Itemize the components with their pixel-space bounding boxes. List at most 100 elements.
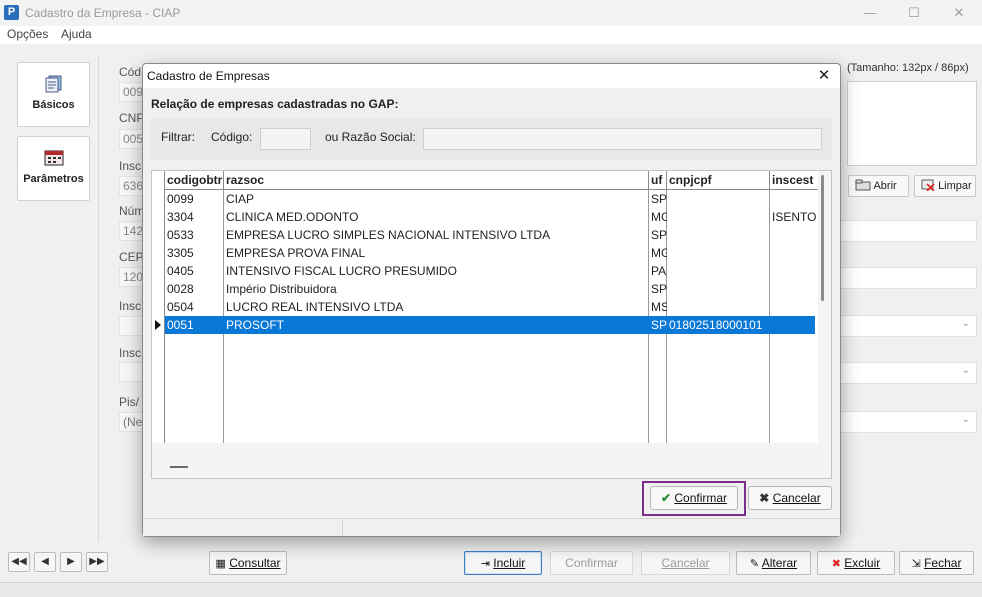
filter-panel: Filtrar: Código: ou Razão Social:	[151, 118, 832, 160]
tab-parametros[interactable]: Parâmetros	[17, 136, 90, 201]
pis-select[interactable]: (Ne	[119, 412, 143, 432]
incluir-button[interactable]: ⇥ Incluir	[464, 551, 542, 575]
side-tab-panel: Básicos Parâmetros	[8, 56, 99, 542]
cell-inscest	[770, 262, 816, 280]
dialog-cancel-label: Cancelar	[772, 491, 821, 505]
cell-codigo: 0533	[167, 228, 194, 242]
code-filter-input[interactable]	[260, 128, 311, 150]
cell-inscest	[770, 298, 816, 316]
cancelar-main-button[interactable]: Cancelar	[641, 551, 730, 575]
cell-razsoc: INTENSIVO FISCAL LUCRO PRESUMIDO	[226, 264, 457, 278]
alterar-label: Alterar	[761, 556, 798, 570]
companies-grid[interactable]: codigobtr razsoc uf cnpjcpf inscest 0099…	[151, 170, 832, 479]
cell-razsoc: CLINICA MED.ODONTO	[226, 210, 359, 224]
right-field-2[interactable]	[840, 267, 977, 289]
exit-icon: ⇲	[911, 558, 921, 570]
consultar-label: Consultar	[229, 556, 281, 570]
dialog-confirm-button[interactable]: ✔ Confirmar	[650, 486, 738, 510]
maximize-button[interactable]: ☐	[899, 3, 929, 23]
numero-field[interactable]: 142	[119, 221, 143, 241]
cell-codigo: 3305	[167, 246, 194, 260]
cep-field[interactable]: 120	[119, 267, 143, 287]
alterar-button[interactable]: ✎ Alterar	[736, 551, 811, 575]
cell-razsoc: Império Distribuidora	[226, 282, 337, 296]
column-header-codigo[interactable]: codigobtr	[165, 171, 224, 190]
dialog-title: Cadastro de Empresas	[147, 69, 270, 83]
excluir-button[interactable]: ✖ Excluir	[817, 551, 895, 575]
horizontal-scrollbar[interactable]	[170, 466, 188, 468]
tab-basicos[interactable]: Básicos	[17, 62, 90, 127]
cell-codigo: 0051	[167, 318, 194, 332]
cell-inscest	[770, 316, 816, 334]
vertical-scrollbar[interactable]	[821, 175, 824, 301]
dialog-confirm-label: Confirmar	[674, 491, 728, 505]
dialog-title-bar: Cadastro de Empresas ✕	[143, 64, 840, 88]
column-header-uf[interactable]: uf	[649, 171, 667, 190]
pis-label: Pis/	[119, 395, 140, 409]
clear-logo-button[interactable]: Limpar	[914, 175, 976, 197]
cnpj-label: CNP	[119, 111, 145, 125]
close-window-button[interactable]: ✕	[944, 3, 974, 23]
calendar-icon	[44, 150, 63, 166]
last-record-button[interactable]: ▶▶	[86, 552, 108, 572]
cnpj-field[interactable]: 005	[119, 129, 143, 149]
table-icon: ▦	[215, 558, 226, 570]
first-record-button[interactable]: ◀◀	[8, 552, 30, 572]
cell-cnpjcpf	[667, 280, 770, 298]
cell-cnpjcpf	[667, 190, 770, 208]
current-row-marker-icon	[155, 320, 161, 330]
inscricao-field[interactable]: 636	[119, 176, 143, 196]
row-indicator-column	[152, 171, 165, 443]
right-select-1[interactable]: ⌄	[840, 315, 977, 337]
codigo-label: Cód	[119, 65, 142, 79]
grid-body: codigobtr razsoc uf cnpjcpf inscest 0099…	[152, 171, 818, 443]
status-bar	[0, 582, 982, 597]
menu-opcoes[interactable]: Opções	[7, 27, 48, 41]
cell-cnpjcpf	[667, 208, 770, 226]
chevron-down-icon: ⌄	[961, 414, 970, 425]
next-record-button[interactable]: ▶	[60, 552, 82, 572]
open-logo-button[interactable]: Abrir	[848, 175, 909, 197]
dialog-cancel-button[interactable]: ✖ Cancelar	[748, 486, 832, 510]
cancelar-main-label: Cancelar	[661, 556, 710, 570]
cell-razsoc: PROSOFT	[226, 318, 285, 332]
cell-uf: MG	[651, 210, 667, 224]
previous-record-button[interactable]: ◀	[34, 552, 56, 572]
right-select-2[interactable]: ⌄	[840, 362, 977, 384]
cell-cnpjcpf	[667, 298, 770, 316]
codigo-field[interactable]: 009	[119, 82, 143, 102]
insc-suframa-label: Insc	[119, 346, 142, 360]
right-field-1[interactable]	[840, 220, 977, 242]
fechar-button[interactable]: ⇲ Fechar	[899, 551, 974, 575]
tab-basicos-label: Básicos	[32, 99, 75, 111]
cell-cnpjcpf	[667, 244, 770, 262]
cancel-x-icon: ✖	[759, 491, 770, 505]
chevron-down-icon: ⌄	[961, 365, 970, 376]
tab-parametros-label: Parâmetros	[23, 173, 84, 185]
dialog-heading: Relação de empresas cadastradas no GAP:	[151, 97, 399, 111]
minimize-button[interactable]: —	[855, 3, 885, 23]
consultar-button[interactable]: ▦ Consultar	[209, 551, 287, 575]
column-header-inscest[interactable]: inscest	[770, 171, 818, 190]
cell-uf: SP	[651, 318, 667, 332]
name-filter-label: ou Razão Social:	[325, 130, 416, 144]
fechar-label: Fechar	[924, 556, 962, 570]
confirmar-main-button[interactable]: Confirmar	[550, 551, 633, 575]
insc-suframa-field[interactable]	[119, 362, 143, 382]
insc-municipal-field[interactable]	[119, 316, 143, 336]
app-icon: P	[4, 5, 19, 20]
right-select-3[interactable]: ⌄	[840, 411, 977, 433]
cell-inscest	[770, 244, 816, 262]
cell-uf: SP	[651, 228, 667, 242]
cell-codigo: 0405	[167, 264, 194, 278]
cell-inscest	[770, 280, 816, 298]
cell-cnpjcpf	[667, 262, 770, 280]
name-filter-input[interactable]	[423, 128, 822, 150]
cell-inscest	[770, 190, 816, 208]
menu-ajuda[interactable]: Ajuda	[61, 27, 92, 41]
dialog-close-button[interactable]: ✕	[814, 66, 834, 86]
empresas-dialog: Cadastro de Empresas ✕ Relação de empres…	[142, 63, 841, 537]
cell-cnpjcpf	[667, 226, 770, 244]
column-header-cnpjcpf[interactable]: cnpjcpf	[667, 171, 770, 190]
column-header-razsoc[interactable]: razsoc	[224, 171, 649, 190]
